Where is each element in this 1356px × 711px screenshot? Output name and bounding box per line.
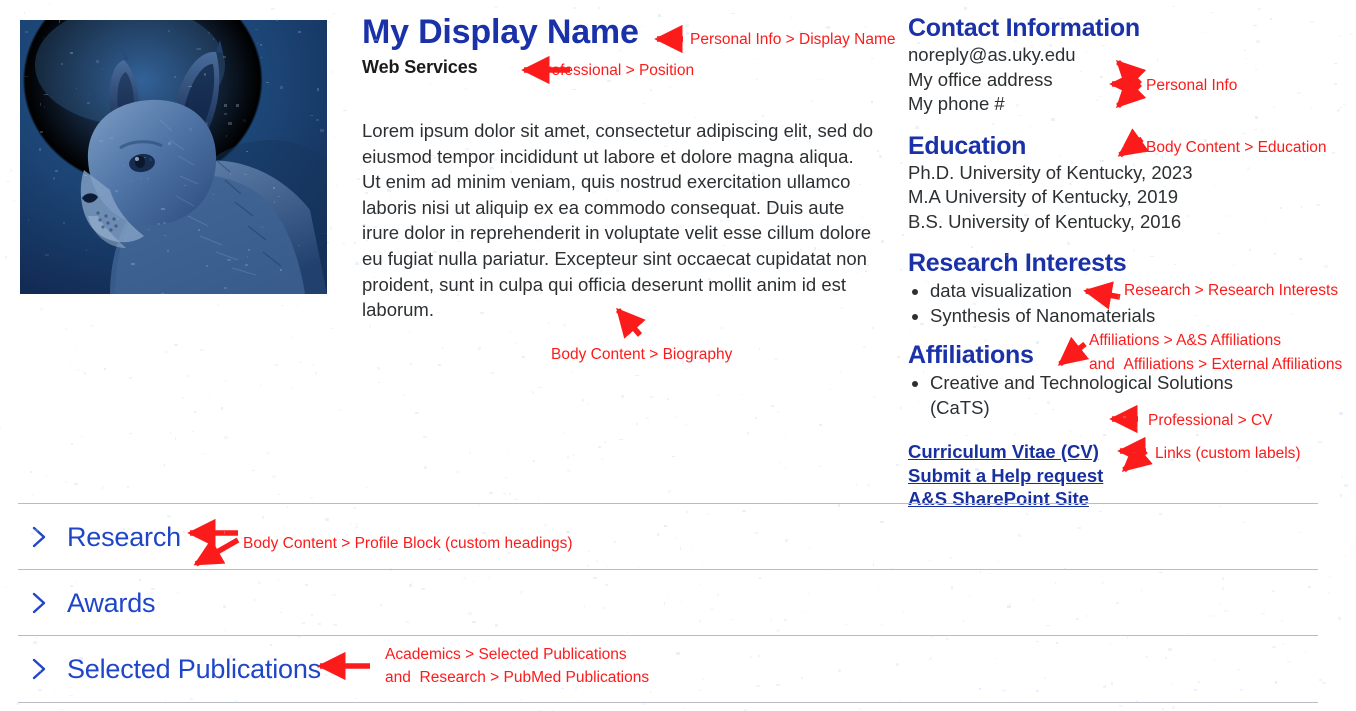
research-interests-heading: Research Interests: [908, 249, 1127, 277]
chevron-right-icon: [32, 526, 46, 548]
annotation-display-name: Personal Info > Display Name: [690, 31, 896, 48]
affiliations-section: Affiliations Creative and Technological …: [908, 341, 1238, 420]
annotation-and: and: [1089, 356, 1115, 373]
annotation-affiliations-line1: Affiliations > A&S Affiliations: [1089, 332, 1282, 349]
accordion-research: Research: [18, 503, 1318, 570]
accordion-label: Research: [67, 521, 181, 552]
profile-page: My Display Name Web Services Lorem ipsum…: [0, 0, 1356, 711]
annotation-pubmed: Research > PubMed Publications: [419, 669, 650, 686]
accordion-selected-publications: Selected Publications: [18, 635, 1318, 703]
education-item: Ph.D. University of Kentucky, 2023: [908, 161, 1193, 183]
annotation-personal-info: Personal Info: [1146, 77, 1238, 94]
help-request-link[interactable]: Submit a Help request: [908, 464, 1238, 488]
accordion-label: Awards: [67, 587, 156, 618]
annotation-links: Links (custom labels): [1155, 445, 1301, 462]
contact-phone: My phone #: [908, 93, 1005, 114]
annotation-biography: Body Content > Biography: [551, 346, 733, 363]
annotation-publications-line1: Academics > Selected Publications: [385, 646, 627, 663]
contact-information-section: Contact Information noreply@as.uky.edu M…: [908, 14, 1238, 117]
annotation-position: Professional > Position: [536, 62, 695, 79]
accordion-header-selected-publications[interactable]: Selected Publications: [18, 636, 1318, 702]
annotation-affiliations-line2: and Affiliations > External Affiliations: [1089, 355, 1342, 374]
annotation-profile-block: Body Content > Profile Block (custom hea…: [243, 535, 573, 552]
annotation-education: Body Content > Education: [1146, 139, 1327, 156]
profile-photo: [20, 20, 327, 294]
profile-biography: Lorem ipsum dolor sit amet, consectetur …: [362, 120, 874, 321]
accordion-label: Selected Publications: [67, 653, 321, 684]
accordion-header-research[interactable]: Research: [18, 504, 1318, 570]
contact-email: noreply@as.uky.edu: [908, 44, 1076, 65]
chevron-right-icon: [32, 592, 46, 614]
chevron-right-icon: [32, 658, 46, 680]
annotation-affiliations-external: Affiliations > External Affiliations: [1123, 356, 1343, 373]
divider: [18, 702, 1318, 703]
annotation-cv: Professional > CV: [1148, 412, 1273, 429]
education-item: B.S. University of Kentucky, 2016: [908, 210, 1182, 232]
education-item: M.A University of Kentucky, 2019: [908, 186, 1179, 207]
accordion-header-awards[interactable]: Awards: [18, 570, 1318, 636]
annotation-publications-line2: and Research > PubMed Publications: [385, 668, 649, 687]
annotation-research-interests: Research > Research Interests: [1124, 282, 1339, 299]
accordion-awards: Awards: [18, 569, 1318, 636]
contact-information-heading: Contact Information: [908, 14, 1140, 42]
annotation-and: and: [385, 669, 411, 686]
list-item: Synthesis of Nanomaterials: [930, 303, 1238, 328]
